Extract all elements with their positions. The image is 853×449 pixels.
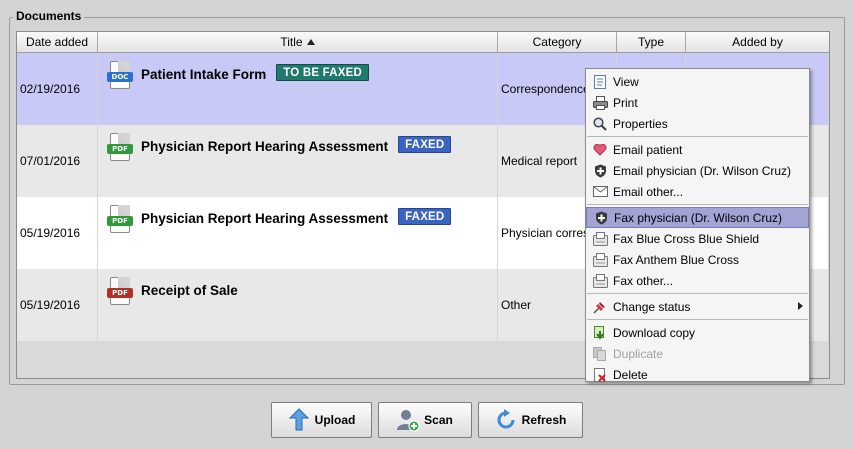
sort-ascending-icon (306, 39, 315, 45)
menu-item-delete[interactable]: Delete (586, 364, 809, 385)
menu-item-fax-other[interactable]: Fax other... (586, 270, 809, 291)
fax-machine-icon (592, 273, 608, 289)
menu-separator (587, 136, 808, 137)
shield-cross-icon (593, 210, 609, 226)
menu-item-view[interactable]: View (586, 71, 809, 92)
cell-date: 07/01/2016 (17, 125, 98, 197)
column-added-by[interactable]: Added by (686, 32, 829, 52)
document-title: Receipt of Sale (141, 283, 238, 298)
action-bar: Upload Scan Refresh (0, 402, 853, 438)
pdf-file-icon: PDF (107, 133, 133, 163)
cell-title: PDF Receipt of Sale (98, 269, 498, 341)
status-badge: FAXED (398, 208, 452, 225)
cell-date: 05/19/2016 (17, 269, 98, 341)
fax-machine-icon (592, 231, 608, 247)
cell-date: 05/19/2016 (17, 197, 98, 269)
scan-user-icon (396, 408, 420, 432)
cell-title: PDF Physician Report Hearing Assessment … (98, 197, 498, 269)
upload-arrow-icon (287, 408, 311, 432)
menu-item-fax-anthem[interactable]: Fax Anthem Blue Cross (586, 249, 809, 270)
column-title[interactable]: Title (98, 32, 498, 52)
duplicate-icon (592, 346, 608, 362)
cell-title: PDF Physician Report Hearing Assessment … (98, 125, 498, 197)
shield-cross-icon (592, 163, 608, 179)
download-arrow-icon (592, 325, 608, 341)
column-date-added[interactable]: Date added (17, 32, 98, 52)
status-badge: FAXED (398, 136, 452, 153)
menu-item-fax-bcbs[interactable]: Fax Blue Cross Blue Shield (586, 228, 809, 249)
menu-item-properties[interactable]: Properties (586, 113, 809, 134)
column-category[interactable]: Category (498, 32, 617, 52)
fax-machine-icon (592, 252, 608, 268)
cell-title: DOC Patient Intake Form TO BE FAXED (98, 53, 498, 125)
menu-item-download-copy[interactable]: Download copy (586, 322, 809, 343)
view-icon (592, 74, 608, 90)
scan-button[interactable]: Scan (377, 402, 472, 438)
cell-date: 02/19/2016 (17, 53, 98, 125)
magnifier-icon (592, 116, 608, 132)
column-type[interactable]: Type (617, 32, 686, 52)
menu-separator (587, 204, 808, 205)
pdf-file-icon: PDF (107, 277, 133, 307)
submenu-arrow-icon (798, 302, 803, 310)
refresh-button[interactable]: Refresh (477, 402, 583, 438)
table-header: Date added Title Category Type Added by (17, 32, 829, 53)
documents-legend: Documents (13, 9, 85, 23)
document-title: Physician Report Hearing Assessment (141, 211, 389, 226)
context-menu: View Print Properties Email patient Emai… (585, 68, 810, 382)
menu-item-change-status[interactable]: Change status (586, 296, 809, 317)
menu-item-email-physician[interactable]: Email physician (Dr. Wilson Cruz) (586, 160, 809, 181)
menu-separator (587, 293, 808, 294)
menu-item-print[interactable]: Print (586, 92, 809, 113)
menu-item-email-other[interactable]: Email other... (586, 181, 809, 202)
refresh-icon (494, 408, 518, 432)
printer-icon (592, 95, 608, 111)
upload-button[interactable]: Upload (270, 402, 372, 438)
envelope-icon (592, 184, 608, 200)
pdf-file-icon: PDF (107, 205, 133, 235)
heart-icon (592, 142, 608, 158)
doc-file-icon: DOC (107, 61, 133, 91)
status-badge: TO BE FAXED (276, 64, 369, 81)
menu-item-email-patient[interactable]: Email patient (586, 139, 809, 160)
menu-item-duplicate: Duplicate (586, 343, 809, 364)
pushpin-icon (592, 299, 608, 315)
menu-item-fax-physician[interactable]: Fax physician (Dr. Wilson Cruz) (586, 207, 809, 228)
delete-icon (592, 367, 608, 383)
document-title: Patient Intake Form (141, 67, 267, 82)
document-title: Physician Report Hearing Assessment (141, 139, 389, 154)
menu-separator (587, 319, 808, 320)
